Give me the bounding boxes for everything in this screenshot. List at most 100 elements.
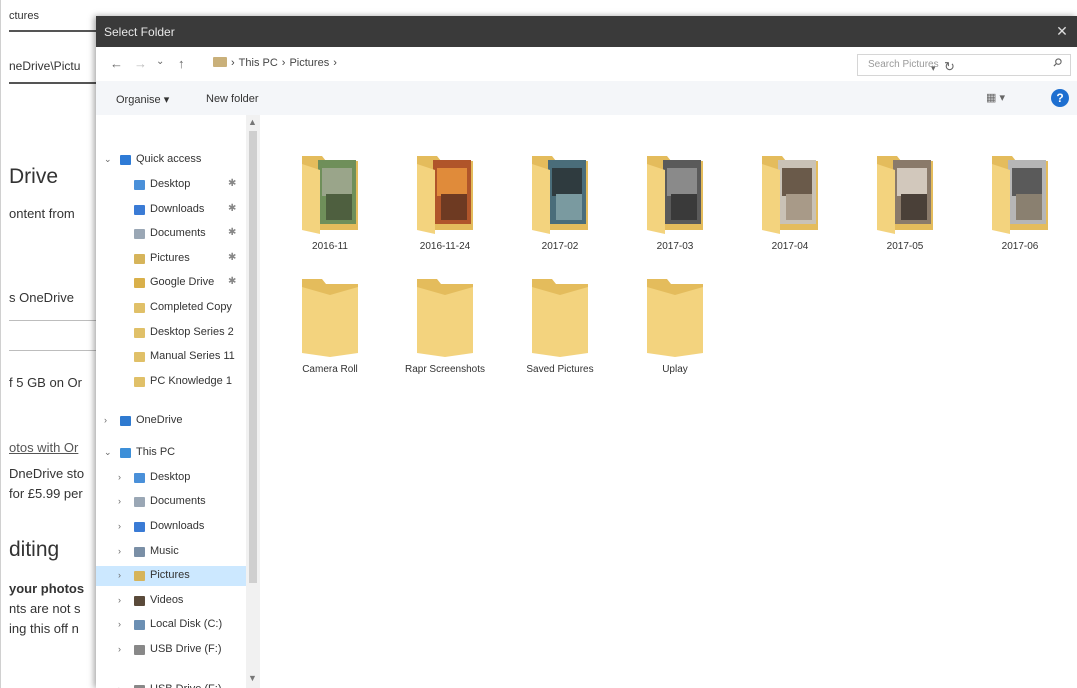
nav-item-downloads[interactable]: Downloads ✱ (96, 200, 246, 220)
close-button[interactable]: ✕ (1047, 16, 1077, 47)
folder-icon (302, 279, 358, 357)
nav-item-onedrive[interactable]: › OneDrive (96, 411, 246, 431)
breadcrumb: › This PC › Pictures › (213, 57, 341, 69)
nav-item-google-drive[interactable]: Google Drive ✱ (96, 273, 246, 293)
folder-tile[interactable]: Uplay (630, 273, 720, 401)
nav-item-manual-series-11[interactable]: Manual Series 11 (96, 347, 246, 367)
folder-label: Camera Roll (302, 364, 358, 375)
bg-text: neDrive\Pictu (9, 59, 81, 73)
folder-label: 2016-11-24 (419, 241, 471, 252)
folder-icon (134, 254, 145, 264)
navigation-scrollbar[interactable]: ▲ ▼ (246, 115, 260, 688)
address-bar[interactable]: › This PC › Pictures › ▾ ↻ (213, 52, 955, 76)
up-button[interactable]: ↑ (178, 56, 185, 71)
search-input[interactable]: Search Pictures (857, 54, 1071, 76)
nav-item-pictures[interactable]: Pictures ✱ (96, 249, 246, 269)
expand-chevron-icon[interactable]: › (118, 684, 121, 688)
search-placeholder: Search Pictures (868, 59, 939, 70)
nav-item-label: USB Drive (F:) (150, 683, 222, 688)
help-button[interactable]: ? (1051, 89, 1069, 107)
folder-icon (417, 156, 473, 234)
nav-item-this-pc[interactable]: ⌄ This PC (96, 443, 246, 463)
organize-button[interactable]: Organise ▾ (116, 93, 169, 106)
nav-item-label: Desktop Series 2 (150, 326, 234, 338)
forward-button[interactable]: → (134, 56, 147, 71)
nav-item-documents[interactable]: › Documents (96, 492, 246, 512)
expand-chevron-icon[interactable]: › (104, 415, 107, 425)
folder-icon (134, 328, 145, 338)
nav-item-documents[interactable]: Documents ✱ (96, 224, 246, 244)
change-view-button[interactable]: ▦ ▾ (986, 91, 1005, 104)
breadcrumb-pictures[interactable]: Pictures (289, 57, 329, 69)
breadcrumb-separator[interactable]: › (231, 57, 235, 69)
expand-chevron-icon[interactable]: › (118, 595, 121, 605)
folder-icon (134, 180, 145, 190)
folder-icon (134, 596, 145, 606)
folder-tile[interactable]: 2016-11 (285, 150, 375, 278)
folder-tile[interactable]: 2017-06 (975, 150, 1065, 278)
nav-item-label: This PC (136, 446, 176, 458)
nav-item-local-disk-c[interactable]: › Local Disk (C:) (96, 615, 246, 635)
folder-tile[interactable]: 2016-11-24 (400, 150, 490, 278)
folder-icon (647, 156, 703, 234)
folder-label: 2017-02 (541, 241, 579, 252)
expand-chevron-icon[interactable]: › (118, 472, 121, 482)
expand-chevron-icon[interactable]: ⌄ (104, 447, 112, 458)
nav-item-usb-drive-f[interactable]: › USB Drive (F:) (96, 640, 246, 660)
folder-tile[interactable]: Saved Pictures (515, 273, 605, 401)
expand-chevron-icon[interactable]: ⌄ (104, 154, 112, 165)
folder-tile[interactable]: 2017-04 (745, 150, 835, 278)
folder-label: 2017-03 (656, 241, 694, 252)
nav-item-pc-knowledge-1[interactable]: PC Knowledge 1 (96, 372, 246, 392)
nav-item-label: Quick access (136, 153, 202, 165)
nav-item-desktop-series-2[interactable]: Desktop Series 2 (96, 323, 246, 343)
nav-item-desktop[interactable]: Desktop ✱ (96, 175, 246, 195)
pictures-folder-icon (213, 57, 227, 67)
folder-icon (134, 278, 145, 288)
nav-item-completed-copy[interactable]: Completed Copy (96, 298, 246, 318)
bg-heading: diting (9, 538, 60, 561)
expand-chevron-icon[interactable]: › (118, 619, 121, 629)
bg-divider (9, 320, 101, 321)
folder-icon (992, 156, 1048, 234)
breadcrumb-this-pc[interactable]: This PC (239, 57, 278, 69)
recent-locations-button[interactable]: ⌄ (156, 56, 164, 67)
folder-tile[interactable]: Camera Roll (285, 273, 375, 401)
new-folder-button[interactable]: New folder (206, 93, 259, 105)
folder-tile[interactable]: 2017-03 (630, 150, 720, 278)
folder-tile[interactable]: Rapr Screenshots (400, 273, 490, 401)
expand-chevron-icon[interactable]: › (118, 570, 121, 580)
nav-item-pictures[interactable]: › Pictures (96, 566, 246, 586)
bg-text: for £5.99 per (9, 486, 83, 501)
nav-item-quick-access[interactable]: ⌄ Quick access (96, 150, 246, 170)
expand-chevron-icon[interactable]: › (118, 496, 121, 506)
nav-item-usb-drive-f[interactable]: › USB Drive (F:) (96, 680, 246, 688)
folder-icon (134, 205, 145, 215)
nav-item-videos[interactable]: › Videos (96, 591, 246, 611)
expand-chevron-icon[interactable]: › (118, 521, 121, 531)
expand-chevron-icon[interactable]: › (118, 644, 121, 654)
scroll-down-arrow-icon[interactable]: ▼ (248, 673, 257, 683)
nav-item-downloads[interactable]: › Downloads (96, 517, 246, 537)
scroll-up-arrow-icon[interactable]: ▲ (248, 117, 257, 127)
folder-tile[interactable]: 2017-02 (515, 150, 605, 278)
breadcrumb-separator[interactable]: › (282, 57, 286, 69)
folder-icon (532, 279, 588, 357)
title-bar[interactable]: Select Folder ✕ (96, 16, 1077, 47)
back-button[interactable]: ← (110, 56, 123, 71)
folder-tile[interactable]: 2017-05 (860, 150, 950, 278)
bg-text: ontent from (9, 206, 75, 221)
expand-chevron-icon[interactable]: › (118, 546, 121, 556)
nav-item-label: Music (150, 545, 179, 557)
scrollbar-thumb[interactable] (249, 131, 257, 583)
nav-item-music[interactable]: › Music (96, 542, 246, 562)
folder-label: 2017-05 (886, 241, 924, 252)
bg-text: s OneDrive (9, 290, 75, 305)
breadcrumb-separator[interactable]: › (333, 57, 337, 69)
nav-item-label: Desktop (150, 178, 191, 190)
select-folder-dialog: Select Folder ✕ ← → ⌄ ↑ › This PC › Picture… (96, 16, 1077, 688)
pin-icon: ✱ (228, 203, 237, 214)
nav-item-desktop[interactable]: › Desktop (96, 468, 246, 488)
bg-link[interactable]: otos with Or (9, 440, 78, 455)
bg-field-underline (9, 82, 101, 84)
